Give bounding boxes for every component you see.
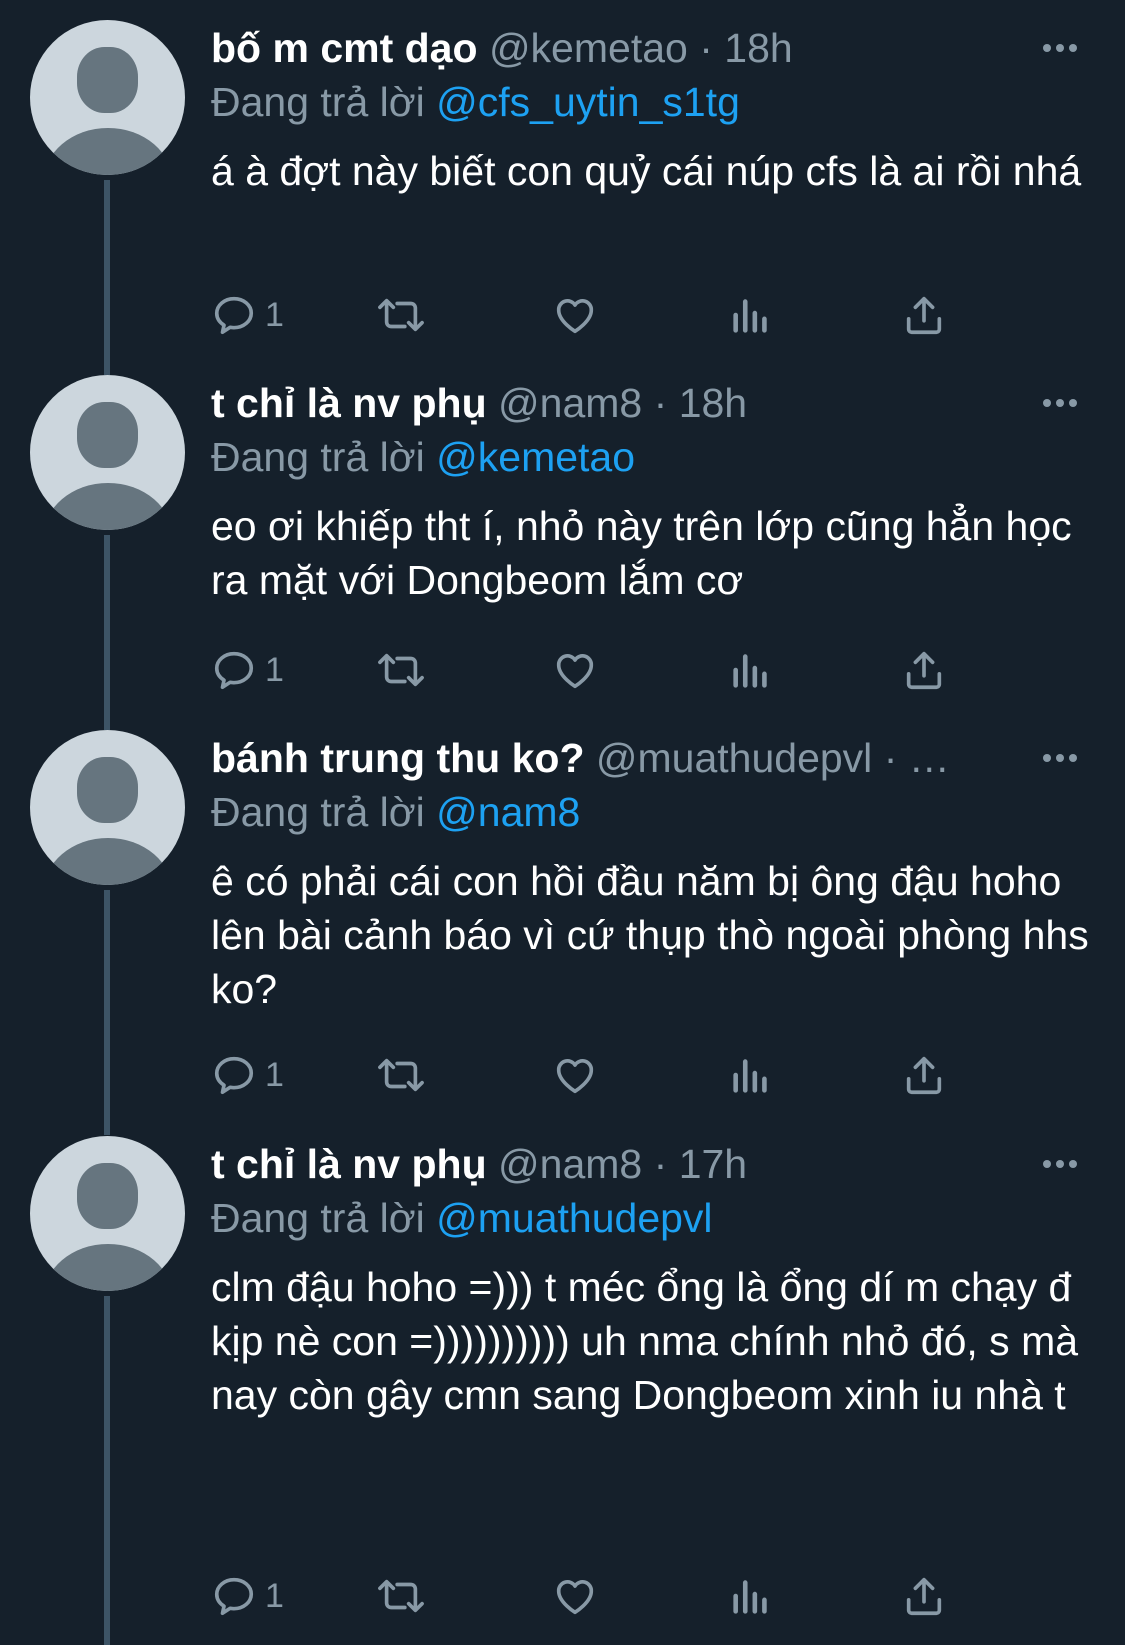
reply-bubble-icon <box>211 292 257 338</box>
share-button[interactable] <box>901 285 947 345</box>
reply-count: 1 <box>265 650 284 689</box>
share-upload-icon <box>901 1573 947 1619</box>
reply-count: 1 <box>265 1576 284 1615</box>
reply-button[interactable]: 1 <box>211 285 284 345</box>
like-button[interactable] <box>551 640 599 700</box>
tweet-text: eo ơi khiếp tht í, nhỏ này trên lớp cũng… <box>211 503 1072 603</box>
tweet-header: bánh trung thu ko? @muathudepvl · … <box>211 730 1021 786</box>
reply-bubble-icon <box>211 647 257 693</box>
tweet-actions: 1 <box>211 1045 1031 1105</box>
heart-icon <box>551 1052 599 1098</box>
mention-link[interactable]: @kemetao <box>436 434 635 480</box>
reply-count: 1 <box>265 295 284 334</box>
timestamp[interactable]: 17h <box>679 1141 747 1187</box>
analytics-button[interactable] <box>729 285 773 345</box>
analytics-bars-icon <box>729 292 773 338</box>
share-button[interactable] <box>901 1566 947 1626</box>
tweet-actions: 1 <box>211 640 1031 700</box>
retweet-button[interactable] <box>373 1045 429 1105</box>
retweet-button[interactable] <box>373 640 429 700</box>
mention-link[interactable]: @cfs_uytin_s1tg <box>436 79 740 125</box>
share-upload-icon <box>901 1052 947 1098</box>
like-button[interactable] <box>551 1045 599 1105</box>
share-button[interactable] <box>901 640 947 700</box>
mention-link[interactable]: @muathudepvl <box>436 1195 712 1241</box>
display-name[interactable]: bố m cmt dạo <box>211 25 478 71</box>
analytics-bars-icon <box>729 1052 773 1098</box>
display-name[interactable]: bánh trung thu ko? <box>211 735 584 781</box>
analytics-button[interactable] <box>729 1045 773 1105</box>
separator-dot: · <box>699 25 713 71</box>
separator-dot: · <box>653 1141 668 1187</box>
separator-dot: · <box>883 735 898 781</box>
share-button[interactable] <box>901 1045 947 1105</box>
replying-to: Đang trả lời @cfs_uytin_s1tg <box>211 76 740 128</box>
replying-to: Đang trả lời @nam8 <box>211 786 580 838</box>
reply-button[interactable]: 1 <box>211 640 284 700</box>
tweet[interactable]: bố m cmt dạo @kemetao · 18h Đang trả lời… <box>0 0 1125 355</box>
user-handle[interactable]: @kemetao <box>489 25 688 71</box>
tweet[interactable]: bánh trung thu ko? @muathudepvl · … Đang… <box>0 710 1125 1116</box>
retweet-icon <box>373 292 429 338</box>
timestamp[interactable]: … <box>909 735 950 781</box>
avatar[interactable] <box>30 730 185 885</box>
replying-to-label: Đang trả lời <box>211 79 425 125</box>
tweet-actions: 1 <box>211 285 1031 345</box>
retweet-button[interactable] <box>373 1566 429 1626</box>
analytics-button[interactable] <box>729 640 773 700</box>
like-button[interactable] <box>551 285 599 345</box>
reply-button[interactable]: 1 <box>211 1045 284 1105</box>
reply-bubble-icon <box>211 1573 257 1619</box>
replying-to: Đang trả lời @muathudepvl <box>211 1192 713 1244</box>
tweet-header: bố m cmt dạo @kemetao · 18h <box>211 20 1061 76</box>
share-upload-icon <box>901 292 947 338</box>
replying-to-label: Đang trả lời <box>211 789 425 835</box>
tweet-header: t chỉ là nv phụ @nam8 · 18h <box>211 375 1061 431</box>
tweet-header: t chỉ là nv phụ @nam8 · 17h <box>211 1136 1061 1192</box>
avatar[interactable] <box>30 20 185 175</box>
display-name[interactable]: t chỉ là nv phụ <box>211 380 487 426</box>
analytics-button[interactable] <box>729 1566 773 1626</box>
reply-count: 1 <box>265 1055 284 1094</box>
more-horizontal-icon[interactable] <box>1040 1136 1080 1192</box>
tweet-text: á à đợt này biết con quỷ cái núp cfs là … <box>211 148 1082 194</box>
retweet-icon <box>373 1573 429 1619</box>
retweet-icon <box>373 647 429 693</box>
mention-link[interactable]: @nam8 <box>436 789 580 835</box>
tweet-text: clm đậu hoho =))) t méc ổng là ổng dí m … <box>211 1264 1079 1418</box>
tweet[interactable]: t chỉ là nv phụ @nam8 · 17h Đang trả lời… <box>0 1116 1125 1645</box>
reply-bubble-icon <box>211 1052 257 1098</box>
heart-icon <box>551 292 599 338</box>
heart-icon <box>551 1573 599 1619</box>
analytics-bars-icon <box>729 1573 773 1619</box>
replying-to-label: Đang trả lời <box>211 434 425 480</box>
user-handle[interactable]: @muathudepvl <box>596 735 872 781</box>
like-button[interactable] <box>551 1566 599 1626</box>
more-horizontal-icon[interactable] <box>1040 20 1080 76</box>
separator-dot: · <box>653 380 668 426</box>
heart-icon <box>551 647 599 693</box>
timestamp[interactable]: 18h <box>724 25 792 71</box>
more-horizontal-icon[interactable] <box>1040 730 1080 786</box>
user-handle[interactable]: @nam8 <box>498 380 642 426</box>
replying-to-label: Đang trả lời <box>211 1195 425 1241</box>
retweet-button[interactable] <box>373 285 429 345</box>
display-name[interactable]: t chỉ là nv phụ <box>211 1141 487 1187</box>
replying-to: Đang trả lời @kemetao <box>211 431 635 483</box>
timestamp[interactable]: 18h <box>679 380 747 426</box>
reply-button[interactable]: 1 <box>211 1566 284 1626</box>
avatar[interactable] <box>30 1136 185 1291</box>
tweet[interactable]: t chỉ là nv phụ @nam8 · 18h Đang trả lời… <box>0 355 1125 710</box>
share-upload-icon <box>901 647 947 693</box>
tweet-actions: 1 <box>211 1566 1031 1626</box>
avatar[interactable] <box>30 375 185 530</box>
more-horizontal-icon[interactable] <box>1040 375 1080 431</box>
analytics-bars-icon <box>729 647 773 693</box>
tweet-text: ê có phải cái con hồi đầu năm bị ông đậu… <box>211 858 1089 1012</box>
retweet-icon <box>373 1052 429 1098</box>
user-handle[interactable]: @nam8 <box>498 1141 642 1187</box>
